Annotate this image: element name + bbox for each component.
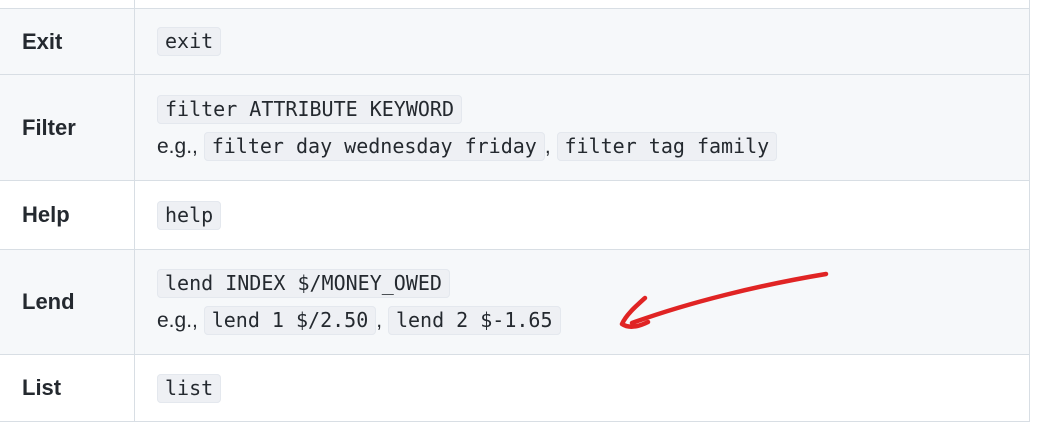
table-row-help: Help help xyxy=(0,180,1030,250)
separator: , xyxy=(544,134,551,158)
command-usage: filter ATTRIBUTE KEYWORD e.g., filter da… xyxy=(134,74,1030,181)
table-row-filter: Filter filter ATTRIBUTE KEYWORD e.g., fi… xyxy=(0,74,1030,181)
separator: , xyxy=(376,309,383,332)
command-name-cell xyxy=(0,0,135,9)
command-name: Lend xyxy=(0,249,135,355)
code-snippet: filter ATTRIBUTE KEYWORD xyxy=(157,94,462,124)
table-row-lend: Lend lend INDEX $/MONEY_OWED e.g., lend … xyxy=(0,249,1030,355)
code-snippet: filter tag family xyxy=(556,131,778,161)
command-summary-table: Exit exit Filter filter ATTRIBUTE KEYWOR… xyxy=(0,0,1030,422)
code-snippet: lend 1 $/2.50 xyxy=(203,306,377,335)
command-name: Exit xyxy=(0,8,135,75)
usage-example-line: e.g., filter day wednesday friday, filte… xyxy=(157,128,1029,165)
code-snippet: filter day wednesday friday xyxy=(203,131,545,161)
example-prefix: e.g., xyxy=(157,134,198,158)
example-prefix: e.g., xyxy=(157,309,198,332)
usage-example-line: e.g., lend 1 $/2.50, lend 2 $-1.65 xyxy=(157,302,1029,339)
command-name: List xyxy=(0,354,135,422)
command-usage: list xyxy=(134,354,1030,422)
code-snippet: exit xyxy=(157,27,222,56)
usage-format-line: lend INDEX $/MONEY_OWED xyxy=(157,265,1029,302)
command-usage: lend INDEX $/MONEY_OWED e.g., lend 1 $/2… xyxy=(134,249,1030,355)
table-row-exit: Exit exit xyxy=(0,8,1030,75)
command-name: Help xyxy=(0,180,135,250)
code-snippet: lend 2 $-1.65 xyxy=(387,306,561,335)
code-snippet: list xyxy=(157,373,222,403)
code-snippet: help xyxy=(157,200,222,230)
command-usage: exit xyxy=(134,8,1030,75)
command-name: Filter xyxy=(0,74,135,181)
command-usage-cell xyxy=(134,0,1030,9)
table-row-list: List list xyxy=(0,354,1030,422)
code-snippet: lend INDEX $/MONEY_OWED xyxy=(157,269,450,298)
table-row-partial xyxy=(0,0,1030,9)
command-usage: help xyxy=(134,180,1030,250)
usage-format-line: filter ATTRIBUTE KEYWORD xyxy=(157,91,1029,128)
